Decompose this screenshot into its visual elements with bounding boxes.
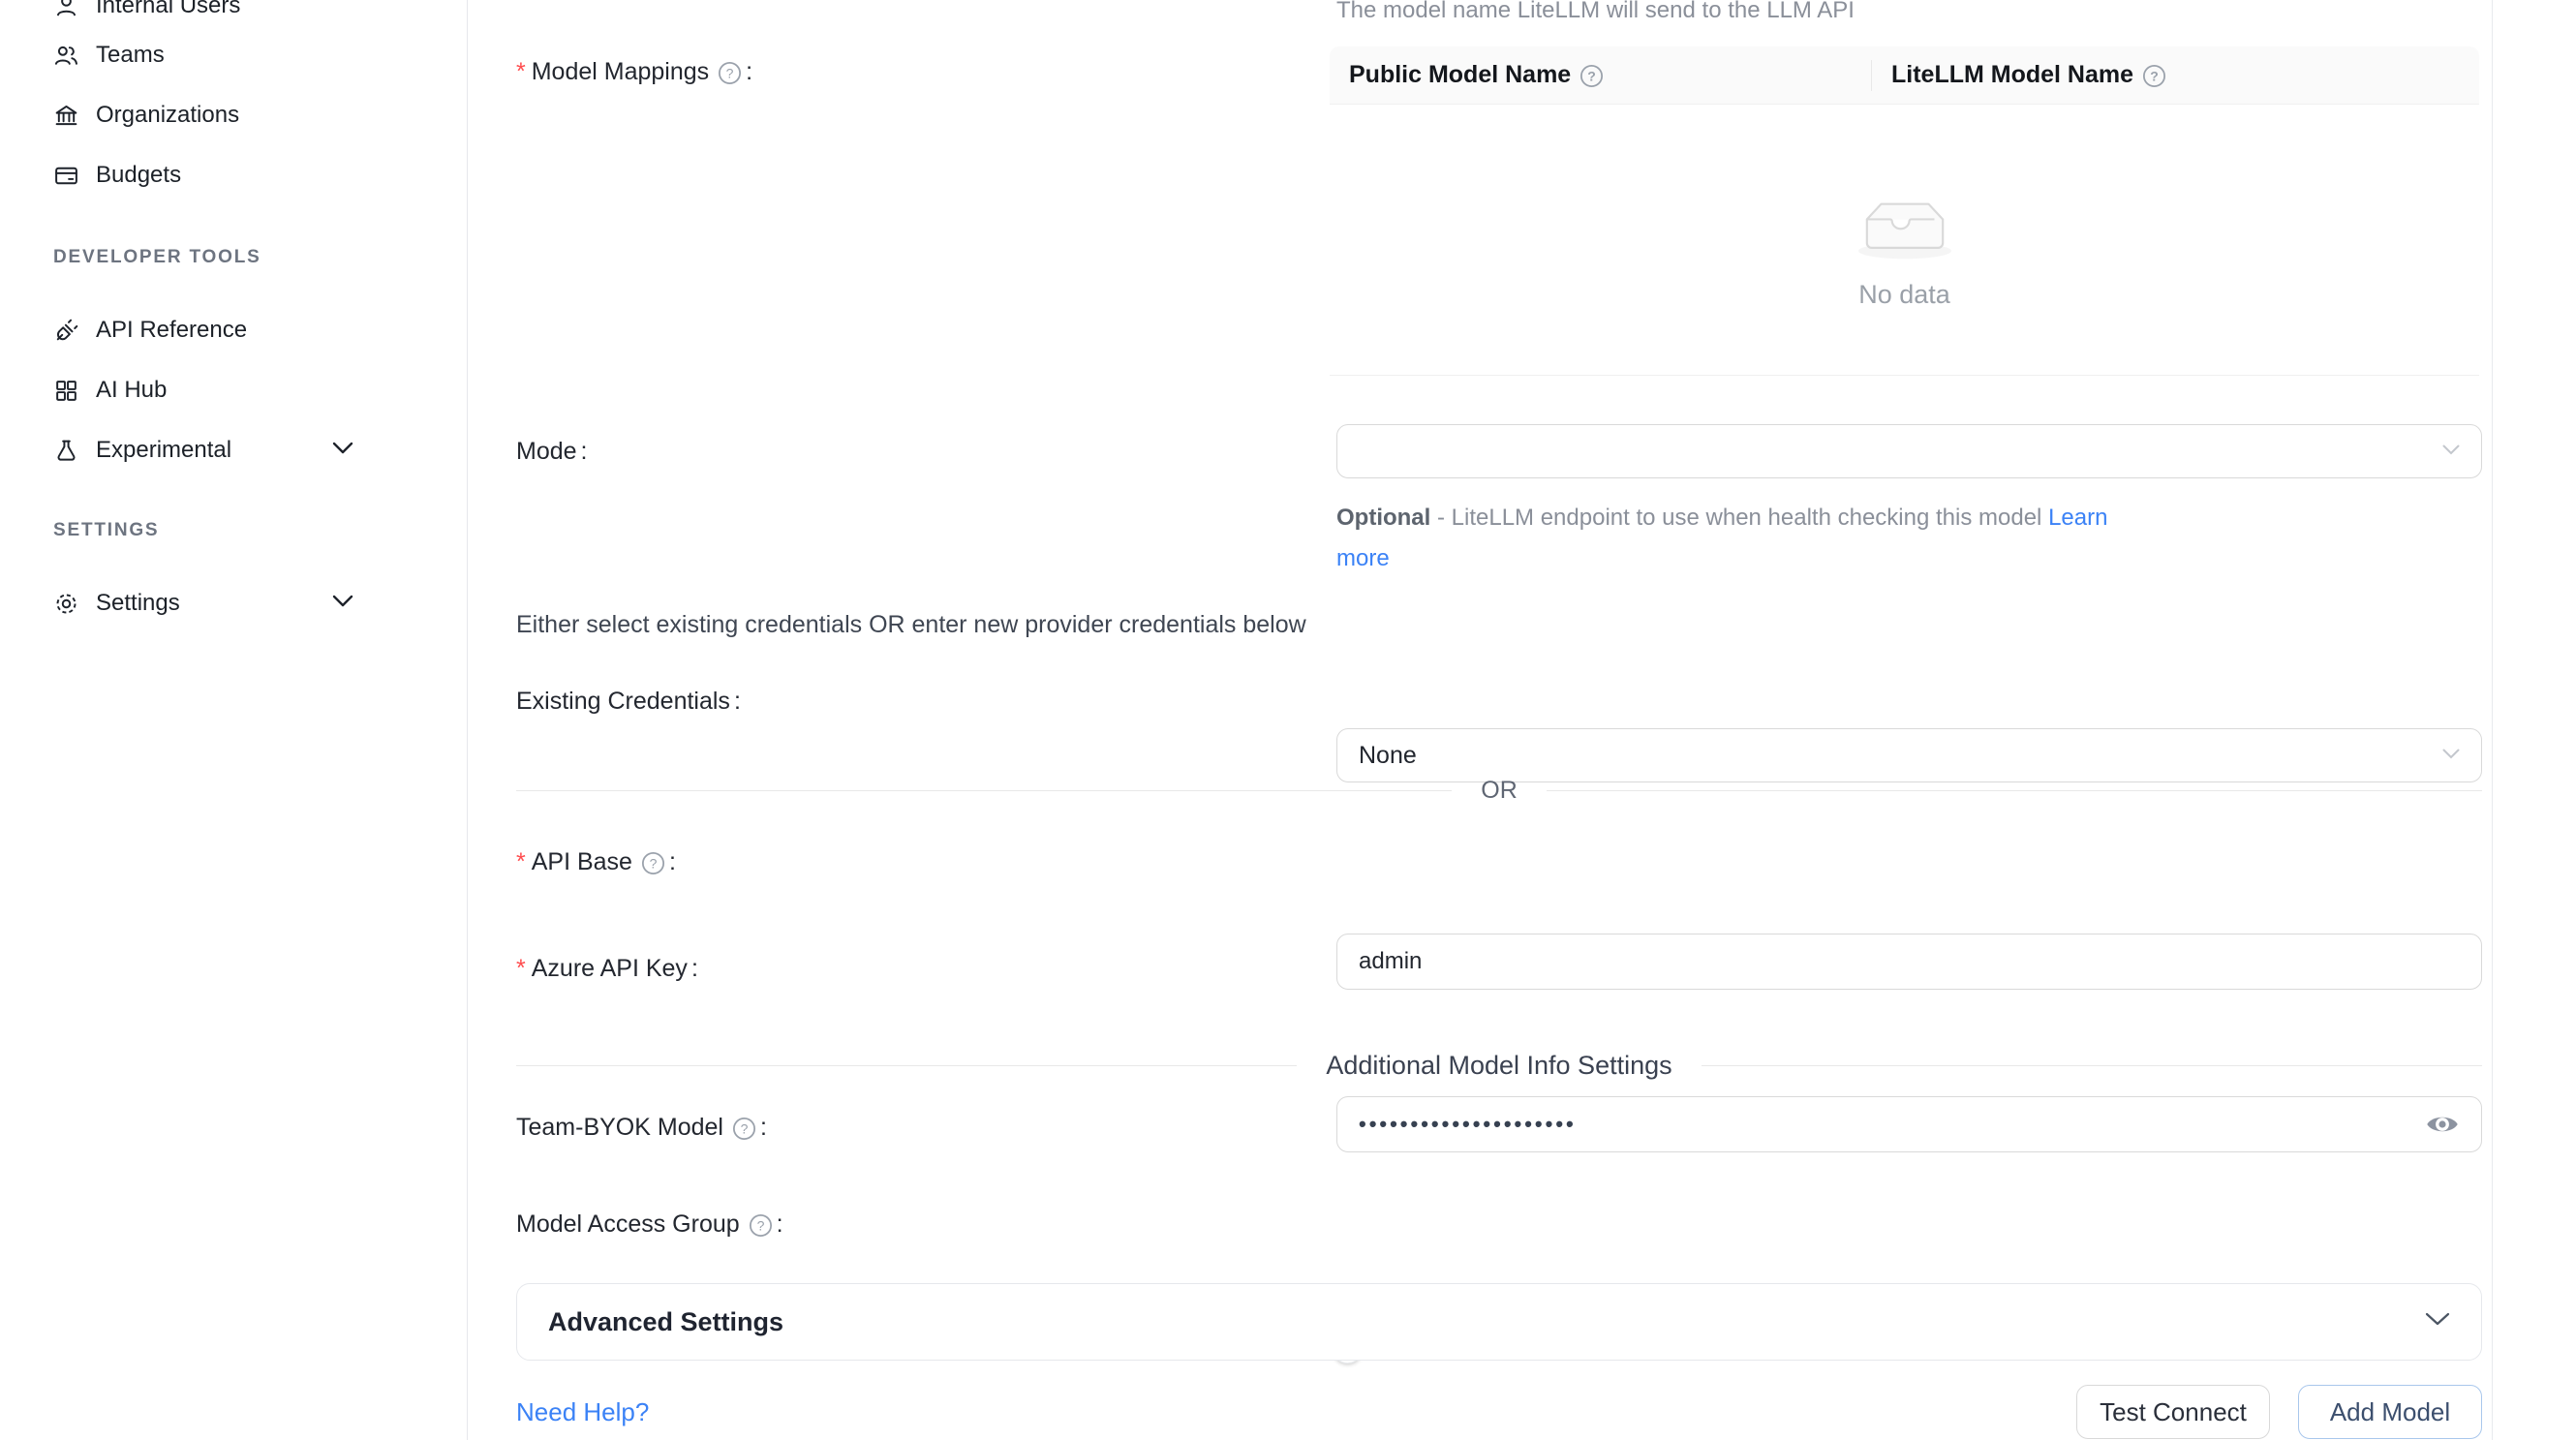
empty-box-icon [1852, 190, 1958, 266]
svg-text:?: ? [756, 1217, 764, 1233]
gear-icon [53, 591, 79, 617]
required-marker: * [516, 846, 526, 877]
sidebar-item-budgets[interactable]: Budgets [0, 145, 468, 205]
sidebar-item-label: API Reference [96, 317, 247, 344]
bank-icon [53, 103, 79, 129]
api-base-label: * API Base ? : [516, 846, 676, 877]
teams-icon [53, 43, 79, 69]
test-connect-button[interactable]: Test Connect [2076, 1385, 2270, 1439]
grid-icon [53, 378, 79, 404]
svg-text:?: ? [650, 855, 658, 871]
no-data-text: No data [1858, 280, 1950, 310]
need-help-link[interactable]: Need Help? [516, 1397, 649, 1427]
team-byok-label: Team-BYOK Model ? : [516, 1112, 767, 1143]
modal-right-border [2492, 0, 2493, 1440]
sidebar-section-settings: SETTINGS [53, 520, 159, 541]
flask-icon [53, 438, 79, 464]
model-name-hint: The model name LiteLLM will send to the … [1336, 0, 1855, 25]
chevron-down-icon [332, 442, 353, 459]
chevron-down-icon [2442, 443, 2460, 460]
question-circle-icon[interactable]: ? [749, 1213, 773, 1238]
svg-text:?: ? [1587, 68, 1596, 83]
model-mappings-label: * Model Mappings ? : [516, 56, 752, 87]
sidebar-item-label: Settings [96, 590, 180, 617]
additional-info-divider: Additional Model Info Settings [516, 1050, 2482, 1081]
or-divider: OR [516, 775, 2482, 806]
column-header-public-model-name: Public Model Name ? [1330, 46, 1872, 104]
credentials-note: Either select existing credentials OR en… [516, 611, 1306, 639]
question-circle-icon[interactable]: ? [732, 1117, 756, 1141]
sidebar: Internal Users Teams Organizations Budge… [0, 0, 468, 1440]
sidebar-item-label: Organizations [96, 102, 239, 129]
sidebar-item-experimental[interactable]: Experimental [0, 420, 468, 480]
sidebar-item-api-reference[interactable]: API Reference [0, 300, 468, 360]
sidebar-item-label: Budgets [96, 162, 181, 189]
sidebar-item-organizations[interactable]: Organizations [0, 85, 468, 145]
chevron-down-icon [2442, 747, 2460, 764]
svg-text:?: ? [741, 1120, 749, 1136]
mode-select[interactable] [1336, 424, 2482, 478]
azure-api-key-input-wrap [1336, 1096, 2482, 1152]
advanced-settings-title: Advanced Settings [548, 1307, 783, 1337]
eye-icon[interactable] [2425, 1107, 2460, 1142]
chevron-down-icon [2425, 1312, 2450, 1332]
required-marker: * [516, 953, 526, 984]
question-circle-icon[interactable]: ? [641, 851, 665, 875]
sidebar-section-developer-tools: DEVELOPER TOOLS [53, 247, 261, 268]
user-icon [53, 0, 79, 19]
question-circle-icon[interactable]: ? [2142, 64, 2166, 88]
svg-text:?: ? [726, 65, 734, 80]
litellm-admin-app: Internal Users Teams Organizations Budge… [0, 0, 2576, 1440]
table-header-row: Public Model Name ? LiteLLM Model Name ? [1330, 46, 2479, 105]
add-model-form: The model name LiteLLM will send to the … [468, 0, 2576, 1440]
model-access-group-label: Model Access Group ? : [516, 1209, 783, 1240]
sidebar-item-label: AI Hub [96, 377, 167, 404]
mode-help-text: Optional - LiteLLM endpoint to use when … [1336, 498, 2131, 579]
sidebar-item-label: Internal Users [96, 0, 240, 19]
existing-credentials-label: Existing Credentials : [516, 686, 741, 717]
azure-api-key-input[interactable] [1359, 1112, 2460, 1137]
question-circle-icon[interactable]: ? [718, 61, 742, 85]
table-empty-state: No data [1330, 105, 2479, 376]
mode-label: Mode : [516, 436, 588, 467]
sidebar-item-label: Teams [96, 42, 165, 69]
svg-text:?: ? [2150, 68, 2159, 83]
api-base-input[interactable] [1359, 948, 2460, 975]
api-base-input-wrap [1336, 934, 2482, 990]
api-plug-icon [53, 318, 79, 344]
add-model-button[interactable]: Add Model [2298, 1385, 2482, 1439]
azure-api-key-label: * Azure API Key : [516, 953, 698, 984]
sidebar-item-label: Experimental [96, 437, 231, 464]
sidebar-item-teams[interactable]: Teams [0, 25, 468, 85]
sidebar-item-settings[interactable]: Settings [0, 573, 468, 633]
sidebar-item-ai-hub[interactable]: AI Hub [0, 360, 468, 420]
column-header-litellm-model-name: LiteLLM Model Name ? [1872, 46, 2479, 104]
model-mappings-table: Public Model Name ? LiteLLM Model Name ? [1330, 46, 2479, 376]
chevron-down-icon [332, 595, 353, 612]
credit-card-icon [53, 163, 79, 189]
question-circle-icon[interactable]: ? [1579, 64, 1604, 88]
advanced-settings-collapse[interactable]: Advanced Settings [516, 1283, 2482, 1361]
required-marker: * [516, 56, 526, 87]
